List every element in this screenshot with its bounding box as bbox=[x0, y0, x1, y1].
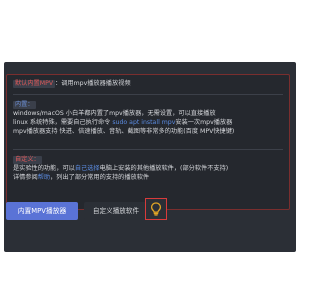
custom-player-button[interactable]: 自定义播放软件 bbox=[84, 202, 148, 220]
settings-area: 默认内置MPV ：调用mpv播放器播放视频 内置： windows/macOS 小… bbox=[0, 0, 300, 300]
install-command: sudo apt install mpv bbox=[112, 119, 176, 126]
default-mpv-tag: 默认内置MPV bbox=[13, 80, 56, 88]
tooltip-section-builtin: 内置： windows/macOS 小白羊都内置了mpv播放器，无需设置，可以直… bbox=[13, 100, 234, 136]
choose-player-link[interactable]: 自己选择 bbox=[75, 165, 100, 172]
custom-line-2: 详情参阅帮助，列出了部分常用的支持的播放软件 bbox=[13, 174, 150, 181]
help-button[interactable] bbox=[145, 198, 167, 220]
builtin-line-3: mpv播放器支持 快进、倍速播放、音轨、截图等非常多的功能(百度 MPV快捷键) bbox=[13, 128, 235, 135]
builtin-line-2: linux 系统特殊，需要自己执行命令 sudo apt install mpv… bbox=[13, 119, 233, 126]
custom-line-1: 是实验性的功能，可以自己选择电脑上安装的其他播放软件，(部分软件不支持) bbox=[13, 165, 229, 172]
builtin-tag: 内置： bbox=[13, 101, 36, 109]
lightbulb-icon bbox=[150, 202, 162, 216]
builtin-mpv-button[interactable]: 内置MPV播放器 bbox=[6, 202, 78, 220]
divider bbox=[13, 94, 283, 95]
tooltip-section-default: 默认内置MPV ：调用mpv播放器播放视频 bbox=[13, 79, 131, 88]
default-mpv-desc: ：调用mpv播放器播放视频 bbox=[55, 80, 131, 87]
help-link[interactable]: 帮助 bbox=[38, 174, 50, 181]
custom-tag: 自定义： bbox=[13, 156, 42, 164]
divider bbox=[13, 149, 283, 150]
player-help-tooltip: 默认内置MPV ：调用mpv播放器播放视频 内置： windows/macOS 小… bbox=[6, 74, 290, 210]
tooltip-section-custom: 自定义： 是实验性的功能，可以自己选择电脑上安装的其他播放软件，(部分软件不支持… bbox=[13, 155, 228, 182]
builtin-line-1: windows/macOS 小白羊都内置了mpv播放器，无需设置，可以直接播放 bbox=[13, 110, 216, 117]
